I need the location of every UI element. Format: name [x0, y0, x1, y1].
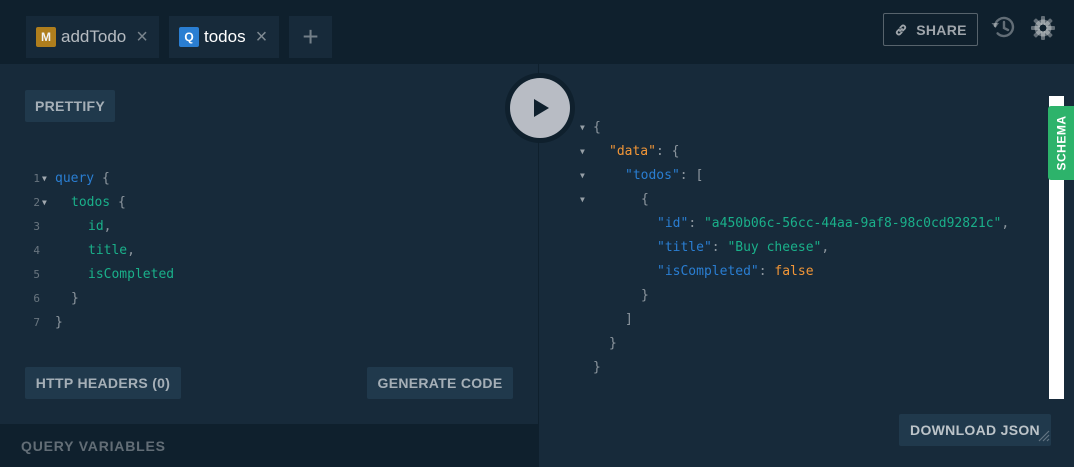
line-number: 7	[33, 315, 40, 329]
schema-label: SCHEMA	[1054, 115, 1069, 171]
colon: :	[711, 239, 728, 255]
line-number: 4	[33, 243, 40, 257]
brace: }	[55, 314, 63, 330]
json-value-isCompleted: false	[774, 263, 814, 279]
json-value-title: "Buy cheese"	[727, 239, 822, 255]
comma: ,	[1001, 215, 1010, 231]
fold-arrow-icon[interactable]: ▼	[42, 174, 47, 183]
keyword-query: query	[55, 170, 95, 186]
generate-code-button[interactable]: GENERATE CODE	[367, 367, 513, 399]
brace: {	[671, 143, 680, 159]
brace: {	[110, 194, 126, 210]
brace: }	[641, 287, 649, 303]
field-todos: todos	[71, 194, 111, 210]
history-icon[interactable]	[990, 14, 1018, 42]
tab-addTodo[interactable]: M addTodo ×	[26, 16, 159, 58]
gear-icon[interactable]	[1030, 14, 1056, 42]
colon: :	[679, 167, 696, 183]
tab-label: addTodo	[61, 27, 127, 46]
brace: {	[94, 170, 110, 186]
tab-label: todos	[204, 27, 246, 46]
play-icon	[534, 99, 549, 117]
result-pane	[538, 58, 1074, 467]
share-label: SHARE	[916, 21, 967, 38]
json-key-title: "title"	[657, 239, 712, 255]
brace: }	[71, 290, 79, 306]
colon: :	[688, 215, 704, 231]
http-headers-button[interactable]: HTTP HEADERS (0)	[25, 367, 181, 399]
line-number: 5	[33, 267, 40, 281]
query-badge: Q	[179, 27, 199, 47]
tab-todos[interactable]: Q todos ×	[169, 16, 279, 58]
add-tab-button[interactable]: +	[289, 16, 332, 58]
close-icon[interactable]: ×	[256, 27, 268, 47]
brace: {	[593, 119, 601, 135]
json-key-data: "data"	[609, 143, 656, 159]
share-button[interactable]: SHARE	[883, 13, 978, 46]
bracket: [	[695, 167, 704, 183]
line-number: 3	[33, 219, 40, 233]
comma: ,	[103, 218, 112, 234]
execute-query-button[interactable]	[510, 78, 570, 138]
fold-arrow-icon[interactable]: ▼	[580, 123, 585, 132]
fold-arrow-icon[interactable]: ▼	[42, 198, 47, 207]
editor-divider	[0, 58, 538, 64]
comma: ,	[127, 242, 135, 258]
json-key-isCompleted: "isCompleted"	[657, 263, 759, 279]
line-number: 2	[33, 195, 40, 209]
json-key-id: "id"	[657, 215, 689, 231]
fold-arrow-icon[interactable]: ▼	[580, 195, 585, 204]
schema-tab[interactable]: SCHEMA	[1048, 106, 1074, 180]
field-title: title	[88, 242, 128, 258]
line-number: 1	[33, 171, 40, 185]
resize-grip-icon[interactable]	[1036, 428, 1050, 442]
field-isCompleted: isCompleted	[88, 266, 175, 282]
mutation-badge: M	[36, 27, 56, 47]
bracket: ]	[625, 311, 633, 327]
fold-arrow-icon[interactable]: ▼	[580, 171, 585, 180]
brace: }	[609, 335, 617, 351]
close-icon[interactable]: ×	[136, 27, 148, 47]
json-key-todos: "todos"	[625, 167, 680, 183]
brace: }	[593, 359, 601, 375]
field-id: id	[88, 218, 104, 234]
colon: :	[758, 263, 775, 279]
brace: {	[641, 191, 649, 207]
colon: :	[655, 143, 672, 159]
line-number: 6	[33, 291, 40, 305]
fold-arrow-icon[interactable]: ▼	[580, 147, 585, 156]
json-value-id: "a450b06c-56cc-44aa-9af8-98c0cd92821c"	[703, 215, 1002, 231]
download-json-button[interactable]: DOWNLOAD JSON	[899, 414, 1051, 446]
link-icon	[896, 24, 907, 35]
query-variables-toggle[interactable]: QUERY VARIABLES	[0, 424, 538, 467]
prettify-button[interactable]: PRETTIFY	[25, 90, 115, 122]
comma: ,	[821, 239, 830, 255]
